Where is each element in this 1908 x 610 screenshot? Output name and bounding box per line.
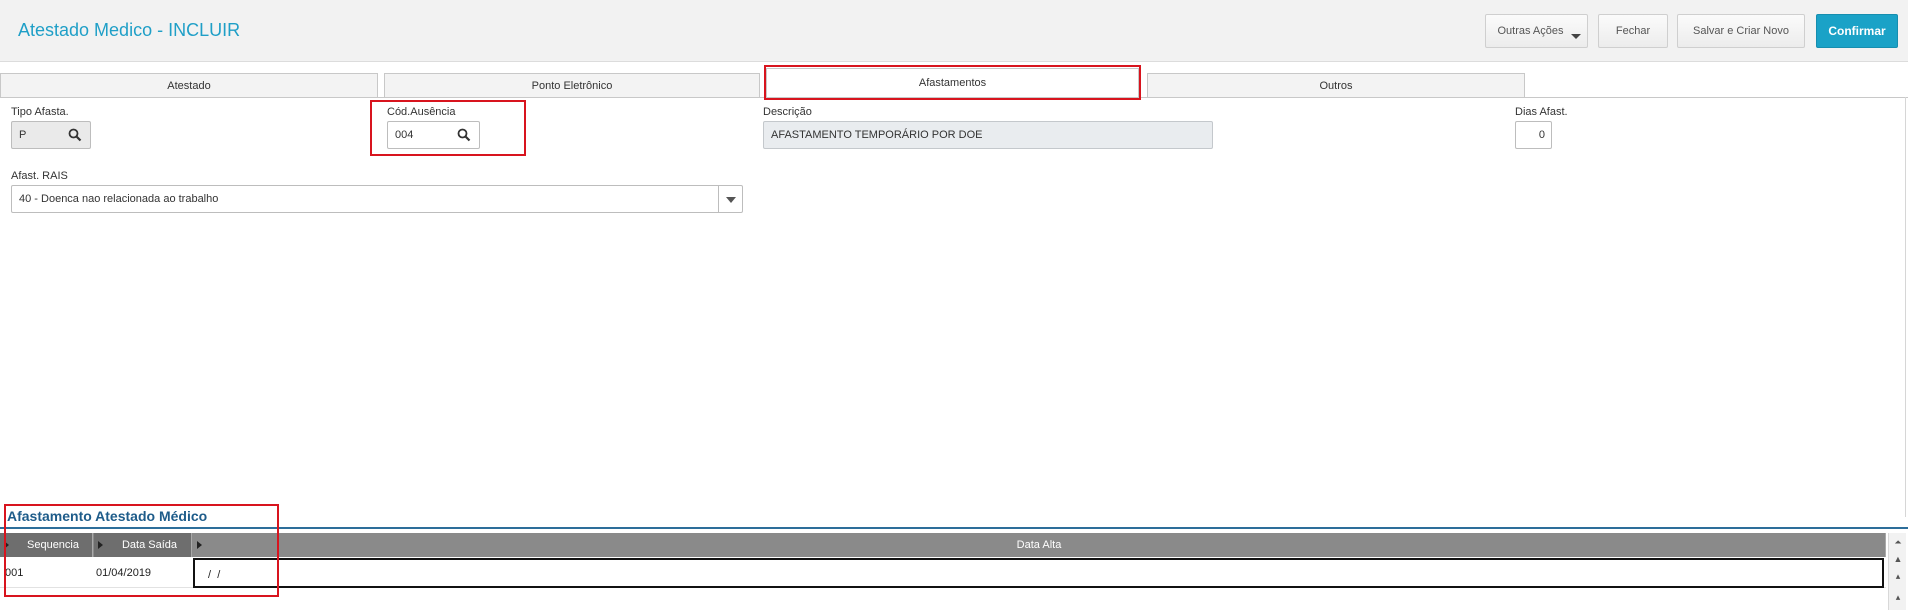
other-actions-label: Outras Ações bbox=[1497, 25, 1564, 37]
close-button[interactable]: Fechar bbox=[1598, 14, 1668, 48]
afast-rais-label: Afast. RAIS bbox=[11, 170, 68, 182]
tipo-afasta-value: P bbox=[19, 129, 27, 141]
panel-border bbox=[1905, 97, 1906, 517]
header-bar: Atestado Medico - INCLUIR Outras Ações F… bbox=[0, 0, 1908, 62]
dias-afast-input[interactable]: 0 bbox=[1515, 121, 1552, 149]
confirm-button[interactable]: Confirmar bbox=[1816, 14, 1898, 48]
section-divider bbox=[0, 527, 1908, 529]
dias-afast-label: Dias Afast. bbox=[1515, 106, 1568, 118]
vertical-scrollbar[interactable]: ⏶ ▲ ▴ ▴ bbox=[1888, 533, 1906, 610]
afast-rais-value: 40 - Doenca nao relacionada ao trabalho bbox=[19, 193, 219, 205]
chevron-down-icon[interactable] bbox=[718, 186, 742, 212]
other-actions-button[interactable]: Outras Ações bbox=[1485, 14, 1588, 48]
tab-ponto-eletronico[interactable]: Ponto Eletrônico bbox=[384, 73, 760, 97]
search-icon[interactable] bbox=[68, 128, 82, 142]
table-row[interactable]: 001 01/04/2019 / / bbox=[0, 558, 1886, 588]
save-and-new-button[interactable]: Salvar e Criar Novo bbox=[1677, 14, 1805, 48]
page-title: Atestado Medico - INCLUIR bbox=[18, 20, 241, 40]
highlight-box-cod-ausencia bbox=[370, 100, 526, 156]
highlight-box-grid bbox=[4, 504, 279, 597]
scroll-up-small-icon[interactable]: ▴ bbox=[1892, 570, 1904, 582]
grid-header: Sequencia Data Saída Data Alta bbox=[0, 533, 1886, 557]
scroll-top-icon[interactable]: ⏶ bbox=[1892, 536, 1904, 548]
column-header-data-alta[interactable]: Data Alta bbox=[193, 533, 1886, 557]
descricao-field: AFASTAMENTO TEMPORÁRIO POR DOE bbox=[763, 121, 1213, 149]
cell-data-alta[interactable]: / / bbox=[193, 558, 1884, 588]
highlight-box-tab bbox=[764, 65, 1141, 100]
scroll-up-icon[interactable]: ▲ bbox=[1892, 553, 1904, 565]
tipo-afasta-input[interactable]: P bbox=[11, 121, 91, 149]
column-header-data-alta-label: Data Alta bbox=[1016, 539, 1062, 551]
tipo-afasta-label: Tipo Afasta. bbox=[11, 106, 69, 118]
descricao-label: Descrição bbox=[763, 106, 812, 118]
scroll-down-icon[interactable]: ▴ bbox=[1892, 591, 1904, 603]
page: Atestado Medico - INCLUIR Outras Ações F… bbox=[0, 0, 1908, 610]
tab-outros[interactable]: Outros bbox=[1147, 73, 1525, 97]
chevron-down-icon bbox=[1571, 34, 1581, 39]
tab-atestado[interactable]: Atestado bbox=[0, 73, 378, 97]
afast-rais-select[interactable]: 40 - Doenca nao relacionada ao trabalho bbox=[11, 185, 743, 213]
